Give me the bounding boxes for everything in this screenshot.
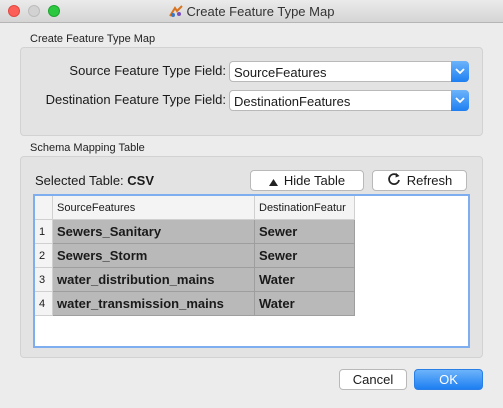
table-cell-source[interactable]: Sewers_Storm: [53, 244, 255, 268]
table-cell-source[interactable]: Sewers_Sanitary: [53, 220, 255, 244]
selected-table-value: CSV: [127, 173, 155, 188]
source-field-value: SourceFeatures: [234, 65, 327, 80]
hide-table-label: Hide Table: [283, 173, 346, 188]
ok-button[interactable]: OK: [414, 369, 483, 390]
destination-field-select[interactable]: DestinationFeatures: [229, 90, 469, 111]
table-cell-destination[interactable]: Sewer: [255, 244, 355, 268]
row-number[interactable]: 3: [35, 268, 53, 292]
feature-map-group-label: Create Feature Type Map: [30, 33, 156, 45]
window-title: Create Feature Type Map: [186, 4, 335, 19]
schema-mapping-table[interactable]: SourceFeatures DestinationFeatur 1 Sewer…: [33, 194, 470, 348]
chevron-down-icon: [455, 68, 465, 75]
triangle-up-icon: [268, 179, 278, 186]
row-number[interactable]: 2: [35, 244, 53, 268]
table-cell-source[interactable]: water_distribution_mains: [53, 268, 255, 292]
row-number[interactable]: 1: [35, 220, 53, 244]
source-field-select[interactable]: SourceFeatures: [229, 61, 469, 82]
fme-workbench-icon: [168, 5, 183, 17]
refresh-label: Refresh: [406, 173, 453, 188]
schema-group-label: Schema Mapping Table: [30, 142, 145, 154]
column-header-destination[interactable]: DestinationFeatur: [255, 196, 355, 220]
source-field-dropdown-button[interactable]: [451, 61, 469, 82]
table-cell-destination[interactable]: Water: [255, 268, 355, 292]
chevron-down-icon: [455, 97, 465, 104]
table-cell-source[interactable]: water_transmission_mains: [53, 292, 255, 316]
window-title-area: Create Feature Type Map: [0, 4, 503, 19]
selected-table-label: Selected Table:: [35, 173, 124, 188]
selected-table-text: Selected Table: CSV: [35, 173, 154, 188]
destination-field-label: Destination Feature Type Field:: [45, 92, 226, 107]
table-cell-destination[interactable]: Water: [255, 292, 355, 316]
title-bar: Create Feature Type Map: [0, 0, 503, 23]
cancel-button[interactable]: Cancel: [339, 369, 407, 390]
column-header-source[interactable]: SourceFeatures: [53, 196, 255, 220]
refresh-icon: [387, 173, 400, 185]
source-field-label: Source Feature Type Field:: [69, 63, 226, 78]
hide-table-button[interactable]: Hide Table: [250, 170, 364, 191]
row-number[interactable]: 4: [35, 292, 53, 316]
destination-field-dropdown-button[interactable]: [451, 90, 469, 111]
feature-map-group: Source Feature Type Field: SourceFeature…: [20, 47, 483, 136]
refresh-button[interactable]: Refresh: [372, 170, 467, 191]
destination-field-value: DestinationFeatures: [234, 94, 351, 109]
table-corner: [35, 196, 53, 220]
table-cell-destination[interactable]: Sewer: [255, 220, 355, 244]
